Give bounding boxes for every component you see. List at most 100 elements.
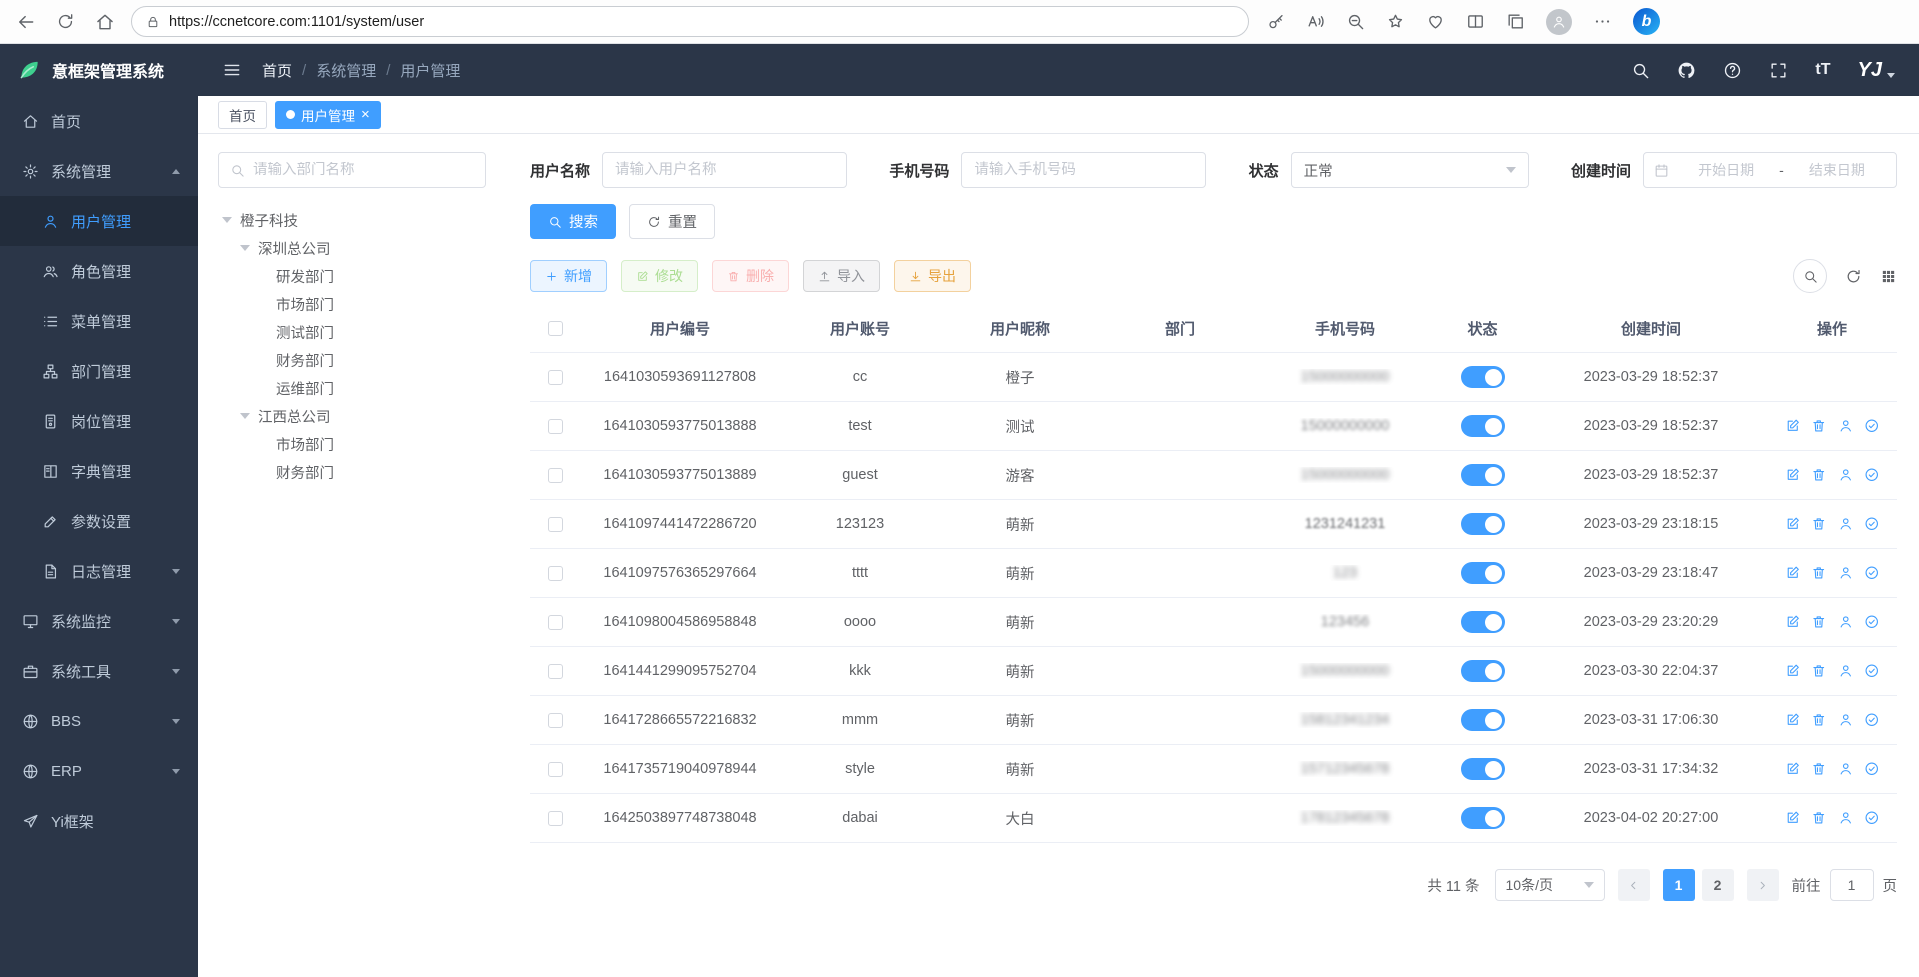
column-settings-icon[interactable] xyxy=(1880,268,1897,285)
row-checkbox[interactable] xyxy=(548,517,563,532)
browser-back-icon[interactable] xyxy=(16,12,36,32)
status-select[interactable]: 正常 xyxy=(1291,152,1529,188)
tree-node-财务部门[interactable]: 财务部门 xyxy=(218,458,486,486)
split-screen-icon[interactable] xyxy=(1466,12,1485,31)
column-header[interactable]: 用户编号 xyxy=(580,318,780,339)
tree-node-研发部门[interactable]: 研发部门 xyxy=(218,262,486,290)
import-button[interactable]: 导入 xyxy=(803,260,880,292)
tree-node-橙子科技[interactable]: 橙子科技 xyxy=(218,206,486,234)
prev-page-button[interactable] xyxy=(1618,869,1650,901)
edit-op-icon[interactable] xyxy=(1785,467,1801,483)
password-key-icon[interactable] xyxy=(1267,13,1285,31)
trash-icon[interactable] xyxy=(1811,418,1827,434)
browser-home-icon[interactable] xyxy=(95,12,115,32)
browser-essentials-icon[interactable] xyxy=(1426,12,1445,31)
column-header[interactable]: 状态 xyxy=(1430,318,1535,339)
breadcrumb-item[interactable]: 系统管理 xyxy=(316,60,376,81)
tree-node-测试部门[interactable]: 测试部门 xyxy=(218,318,486,346)
page-button-1[interactable]: 1 xyxy=(1663,869,1695,901)
status-toggle[interactable] xyxy=(1461,562,1505,584)
column-header[interactable]: 创建时间 xyxy=(1535,318,1767,339)
goto-page-input[interactable] xyxy=(1830,869,1874,901)
check-circle-icon[interactable] xyxy=(1864,467,1880,483)
delete-button[interactable]: 删除 xyxy=(712,260,789,292)
edit-op-icon[interactable] xyxy=(1785,712,1801,728)
column-header[interactable]: 用户账号 xyxy=(780,318,940,339)
user-op-icon[interactable] xyxy=(1838,810,1854,826)
sidebar-item-Yi框架[interactable]: Yi框架 xyxy=(0,796,198,846)
tab-用户管理[interactable]: 用户管理× xyxy=(275,101,381,129)
row-checkbox[interactable] xyxy=(548,468,563,483)
select-all-checkbox[interactable] xyxy=(548,321,563,336)
search-button[interactable]: 搜索 xyxy=(530,204,616,239)
sidebar-item-系统工具[interactable]: 系统工具 xyxy=(0,646,198,696)
close-icon[interactable]: × xyxy=(361,107,370,122)
browser-refresh-icon[interactable] xyxy=(56,12,75,31)
check-circle-icon[interactable] xyxy=(1864,810,1880,826)
tree-node-财务部门[interactable]: 财务部门 xyxy=(218,346,486,374)
toggle-search-button[interactable] xyxy=(1793,259,1827,293)
trash-icon[interactable] xyxy=(1811,467,1827,483)
user-op-icon[interactable] xyxy=(1838,418,1854,434)
row-checkbox[interactable] xyxy=(548,419,563,434)
user-avatar[interactable]: YJ xyxy=(1858,59,1895,82)
check-circle-icon[interactable] xyxy=(1864,614,1880,630)
check-circle-icon[interactable] xyxy=(1864,712,1880,728)
trash-icon[interactable] xyxy=(1811,565,1827,581)
add-button[interactable]: 新增 xyxy=(530,260,607,292)
status-toggle[interactable] xyxy=(1461,415,1505,437)
page-button-2[interactable]: 2 xyxy=(1702,869,1734,901)
search-icon[interactable] xyxy=(1631,61,1650,80)
user-op-icon[interactable] xyxy=(1838,663,1854,679)
phone-input[interactable] xyxy=(961,152,1206,188)
status-toggle[interactable] xyxy=(1461,366,1505,388)
trash-icon[interactable] xyxy=(1811,663,1827,679)
read-aloud-icon[interactable] xyxy=(1306,12,1325,31)
sidebar-item-菜单管理[interactable]: 菜单管理 xyxy=(0,296,198,346)
edit-op-icon[interactable] xyxy=(1785,810,1801,826)
user-op-icon[interactable] xyxy=(1838,712,1854,728)
check-circle-icon[interactable] xyxy=(1864,516,1880,532)
status-toggle[interactable] xyxy=(1461,709,1505,731)
status-toggle[interactable] xyxy=(1461,807,1505,829)
sidebar-item-首页[interactable]: 首页 xyxy=(0,96,198,146)
sidebar-item-参数设置[interactable]: 参数设置 xyxy=(0,496,198,546)
sidebar-item-BBS[interactable]: BBS xyxy=(0,696,198,746)
row-checkbox[interactable] xyxy=(548,762,563,777)
favorites-icon[interactable] xyxy=(1386,12,1405,31)
edit-op-icon[interactable] xyxy=(1785,761,1801,777)
help-icon[interactable] xyxy=(1723,61,1742,80)
zoom-out-icon[interactable] xyxy=(1346,12,1365,31)
browser-profile-avatar[interactable] xyxy=(1546,9,1572,35)
edit-button[interactable]: 修改 xyxy=(621,260,698,292)
row-checkbox[interactable] xyxy=(548,615,563,630)
date-range-picker[interactable]: 开始日期 - 结束日期 xyxy=(1643,152,1897,188)
column-header[interactable]: 手机号码 xyxy=(1260,318,1430,339)
column-header[interactable]: 操作 xyxy=(1767,318,1897,339)
next-page-button[interactable] xyxy=(1747,869,1779,901)
check-circle-icon[interactable] xyxy=(1864,663,1880,679)
sidebar-item-角色管理[interactable]: 角色管理 xyxy=(0,246,198,296)
bing-icon[interactable]: b xyxy=(1633,8,1660,35)
app-logo[interactable]: 意框架管理系统 xyxy=(0,44,198,96)
sidebar-item-岗位管理[interactable]: 岗位管理 xyxy=(0,396,198,446)
tree-node-市场部门[interactable]: 市场部门 xyxy=(218,430,486,458)
user-op-icon[interactable] xyxy=(1838,614,1854,630)
row-checkbox[interactable] xyxy=(548,664,563,679)
row-checkbox[interactable] xyxy=(548,566,563,581)
tree-node-市场部门[interactable]: 市场部门 xyxy=(218,290,486,318)
fullscreen-icon[interactable] xyxy=(1769,61,1788,80)
breadcrumb-item[interactable]: 首页 xyxy=(262,60,292,81)
collapse-sidebar-icon[interactable] xyxy=(222,60,242,80)
row-checkbox[interactable] xyxy=(548,811,563,826)
edit-op-icon[interactable] xyxy=(1785,418,1801,434)
edit-op-icon[interactable] xyxy=(1785,565,1801,581)
user-op-icon[interactable] xyxy=(1838,516,1854,532)
status-toggle[interactable] xyxy=(1461,513,1505,535)
sidebar-item-日志管理[interactable]: 日志管理 xyxy=(0,546,198,596)
column-header[interactable]: 部门 xyxy=(1100,318,1260,339)
trash-icon[interactable] xyxy=(1811,712,1827,728)
github-icon[interactable] xyxy=(1677,61,1696,80)
export-button[interactable]: 导出 xyxy=(894,260,971,292)
status-toggle[interactable] xyxy=(1461,464,1505,486)
